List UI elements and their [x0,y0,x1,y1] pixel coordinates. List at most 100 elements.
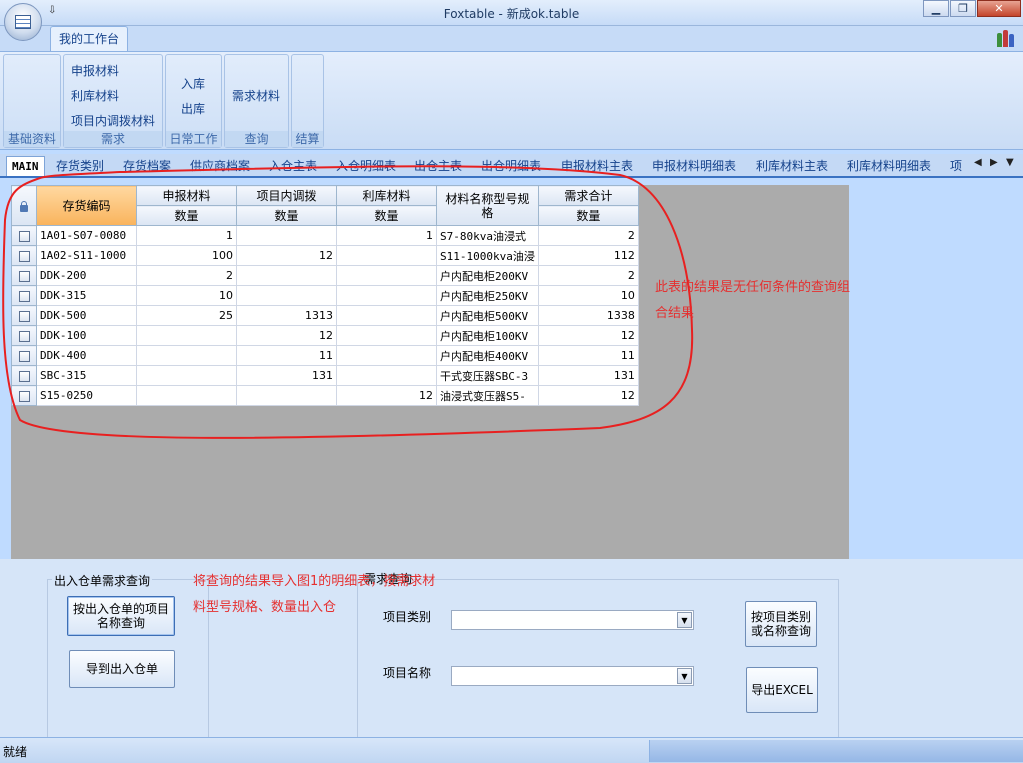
table-row[interactable]: 1A02-S11-1000 100 12 S11-1000kva油浸 112 [11,245,639,266]
ribbon-button-stock-out[interactable]: 出库 [181,100,205,117]
table-cell[interactable]: 12 [537,325,639,346]
sheet-tab[interactable]: 利库材料明细表 [847,156,931,176]
table-cell[interactable] [336,325,437,346]
table-cell[interactable] [336,365,437,386]
row-checkbox[interactable] [18,330,30,342]
table-cell[interactable]: 131 [537,365,639,386]
sheet-tab[interactable]: 存货档案 [123,156,171,176]
table-cell[interactable]: 户内配电柜400KV [436,345,539,366]
project-category-select[interactable]: ▼ [451,610,694,630]
grid-corner[interactable] [11,185,37,226]
row-checkbox-cell[interactable] [11,265,37,286]
row-checkbox-cell[interactable] [11,305,37,326]
table-cell[interactable]: 1313 [236,305,337,326]
table-cell[interactable]: S11-1000kva油浸 [436,245,539,266]
row-checkbox[interactable] [18,350,30,362]
row-checkbox[interactable] [18,290,30,302]
table-cell[interactable]: 1 [136,225,237,246]
table-cell[interactable] [136,325,237,346]
application-menu-button[interactable] [4,3,42,41]
project-name-select[interactable]: ▼ [451,666,694,686]
table-cell[interactable]: DDK-400 [36,345,137,366]
table-cell[interactable]: 11 [537,345,639,366]
table-row[interactable]: SBC-315 131 干式变压器SBC-3 131 [11,365,639,386]
table-cell[interactable] [136,385,237,406]
sheet-tab-main[interactable]: MAIN [6,156,45,176]
table-cell[interactable]: 131 [236,365,337,386]
table-cell[interactable]: 25 [136,305,237,326]
sheet-tab[interactable]: 出仓主表 [414,156,462,176]
ribbon-button-stock-in[interactable]: 入库 [181,75,205,92]
column-header-spec[interactable]: 材料名称型号规格 [436,185,539,226]
close-button[interactable]: ✕ [977,0,1021,17]
minimize-button[interactable]: ▁ [923,0,949,17]
table-cell[interactable]: 10 [136,285,237,306]
row-checkbox-cell[interactable] [11,325,37,346]
table-cell[interactable] [236,225,337,246]
tab-list-dropdown-icon[interactable]: ▼ [1006,157,1014,168]
table-cell[interactable]: 户内配电柜100KV [436,325,539,346]
row-checkbox[interactable] [18,230,30,242]
table-cell[interactable]: 12 [236,325,337,346]
row-checkbox[interactable] [18,250,30,262]
column-subheader-qty[interactable]: 数量 [336,205,437,226]
table-cell[interactable] [236,285,337,306]
table-row[interactable]: DDK-200 2 户内配电柜200KV 2 [11,265,639,286]
table-cell[interactable]: DDK-500 [36,305,137,326]
table-cell[interactable]: 12 [537,385,639,406]
table-row[interactable]: DDK-100 12 户内配电柜100KV 12 [11,325,639,346]
export-to-order-button[interactable]: 导到出入仓单 [69,650,175,688]
table-row[interactable]: DDK-400 11 户内配电柜400KV 11 [11,345,639,366]
table-cell[interactable]: 1338 [537,305,639,326]
column-header-transfer[interactable]: 项目内调拨 [236,185,337,206]
sheet-tab[interactable]: 项 [950,156,962,176]
export-excel-button[interactable]: 导出EXCEL [746,667,818,713]
ribbon-button-transfer-material[interactable]: 项目内调拨材料 [71,112,155,129]
row-checkbox-cell[interactable] [11,245,37,266]
table-cell[interactable]: 户内配电柜250KV [436,285,539,306]
table-cell[interactable]: 油浸式变压器S5- [436,385,539,406]
chevron-down-icon[interactable]: ▼ [677,612,692,628]
table-cell[interactable]: 1A02-S11-1000 [36,245,137,266]
table-cell[interactable] [236,385,337,406]
sheet-tab[interactable]: 申报材料明细表 [652,156,736,176]
table-cell[interactable]: 112 [537,245,639,266]
column-subheader-qty[interactable]: 数量 [236,205,337,226]
table-cell[interactable]: DDK-200 [36,265,137,286]
column-subheader-qty[interactable]: 数量 [537,205,639,226]
table-row[interactable]: S15-0250 12 油浸式变压器S5- 12 [11,385,639,406]
query-by-project-button[interactable]: 按出入仓单的项目名称查询 [67,596,175,636]
row-checkbox-cell[interactable] [11,285,37,306]
sheet-tab[interactable]: 入仓主表 [269,156,317,176]
table-cell[interactable]: S15-0250 [36,385,137,406]
table-cell[interactable] [336,305,437,326]
ribbon-tab-workbench[interactable]: 我的工作台 [50,26,129,51]
column-header-code[interactable]: 存货编码 [36,185,137,226]
table-cell[interactable]: 2 [136,265,237,286]
table-cell[interactable]: DDK-315 [36,285,137,306]
table-cell[interactable] [136,365,237,386]
chevron-down-icon[interactable]: ▼ [677,668,692,684]
table-cell[interactable]: 10 [537,285,639,306]
table-cell[interactable]: 11 [236,345,337,366]
table-cell[interactable] [336,245,437,266]
sheet-tab[interactable]: 利库材料主表 [756,156,828,176]
ribbon-button-reuse-material[interactable]: 利库材料 [71,87,119,104]
row-checkbox-cell[interactable] [11,225,37,246]
sheet-tab[interactable]: 申报材料主表 [561,156,633,176]
row-checkbox[interactable] [18,370,30,382]
row-checkbox-cell[interactable] [11,365,37,386]
table-cell[interactable]: S7-80kva油浸式 [436,225,539,246]
table-cell[interactable]: 12 [336,385,437,406]
scroll-left-icon[interactable]: ◀ [974,157,982,168]
column-header-reuse[interactable]: 利库材料 [336,185,437,206]
ribbon-button-declare-material[interactable]: 申报材料 [71,62,119,79]
table-cell[interactable] [136,345,237,366]
table-cell[interactable] [336,345,437,366]
sheet-tab[interactable]: 供应商档案 [190,156,250,176]
table-cell[interactable]: 干式变压器SBC-3 [436,365,539,386]
users-icon[interactable] [997,29,1015,47]
sheet-tab[interactable]: 出仓明细表 [481,156,541,176]
row-checkbox-cell[interactable] [11,385,37,406]
table-row[interactable]: DDK-315 10 户内配电柜250KV 10 [11,285,639,306]
